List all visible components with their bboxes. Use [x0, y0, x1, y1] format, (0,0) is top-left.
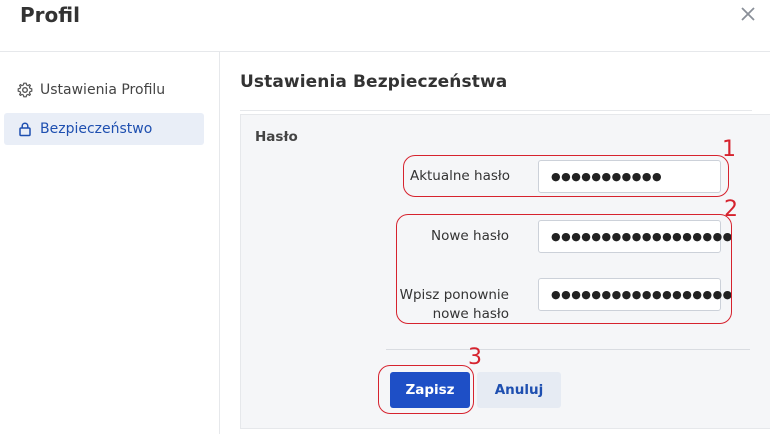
repeat-password-label: Wpisz ponownie nowe hasło: [380, 286, 509, 324]
repeat-password-value: ●●●●●●●●●●●●●●●●●●: [551, 288, 733, 301]
lock-icon: [17, 121, 33, 137]
sidebar-item-label: Bezpieczeństwo: [40, 121, 153, 137]
new-password-field[interactable]: ●●●●●●●●●●●●●●●●●●: [538, 220, 732, 253]
sidebar-item-profile-settings[interactable]: Ustawienia Profilu: [4, 74, 204, 106]
dialog-header: Profil: [0, 0, 770, 52]
cancel-button[interactable]: Anuluj: [477, 372, 561, 408]
new-password-label: Nowe hasło: [431, 228, 509, 244]
form-divider: [386, 349, 750, 350]
save-button[interactable]: Zapisz: [390, 372, 470, 408]
current-password-value: ●●●●●●●●●●●: [551, 170, 663, 183]
close-icon[interactable]: [738, 4, 758, 24]
repeat-password-field[interactable]: ●●●●●●●●●●●●●●●●●●: [538, 278, 732, 311]
current-password-field[interactable]: ●●●●●●●●●●●: [538, 160, 721, 193]
sidebar-item-security[interactable]: Bezpieczeństwo: [4, 113, 204, 145]
dialog-title: Profil: [20, 3, 80, 27]
gear-icon: [17, 82, 33, 98]
password-group-label: Hasło: [255, 129, 298, 145]
sidebar: Ustawienia Profilu Bezpieczeństwo: [0, 52, 220, 434]
new-password-value: ●●●●●●●●●●●●●●●●●●: [551, 230, 733, 243]
repeat-password-label-line1: Wpisz ponownie: [399, 287, 509, 303]
sidebar-item-label: Ustawienia Profilu: [40, 82, 166, 98]
current-password-label: Aktualne hasło: [409, 168, 510, 184]
divider: [240, 110, 752, 111]
section-title: Ustawienia Bezpieczeństwa: [240, 72, 508, 92]
repeat-password-label-line2: nowe hasło: [432, 306, 509, 322]
